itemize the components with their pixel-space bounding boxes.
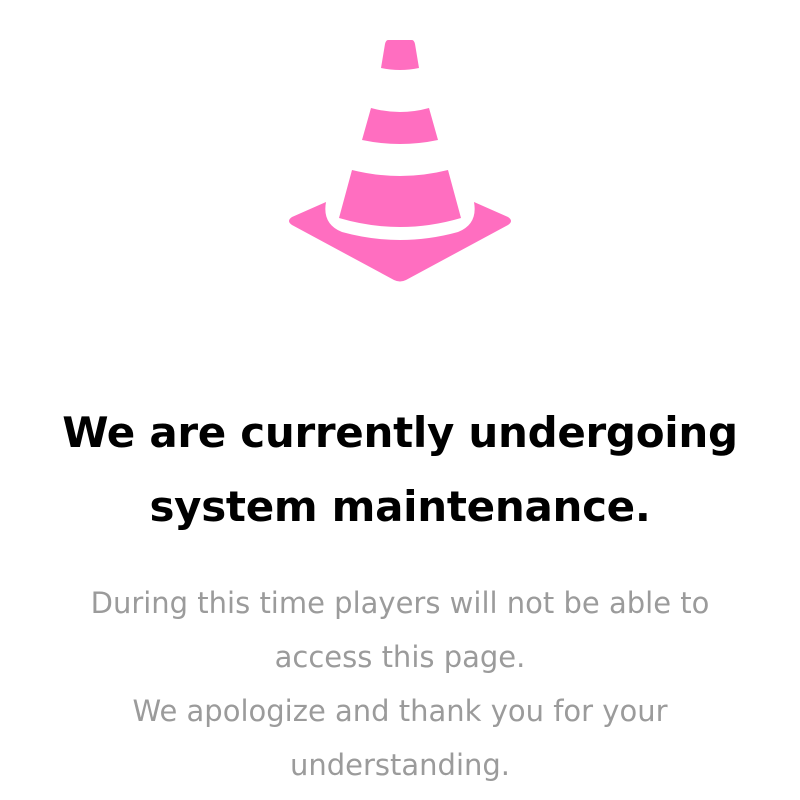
headline-line-1: We are currently undergoing [62,408,738,457]
traffic-cone-icon [280,36,520,288]
message-line-1: During this time players will not be abl… [90,586,710,620]
maintenance-headline: We are currently undergoing system maint… [0,396,800,544]
message-line-4: understanding. [289,748,511,782]
headline-line-2: system maintenance. [149,482,651,531]
message-line-2: access this page. [274,640,526,674]
maintenance-page: We are currently undergoing system maint… [0,0,800,800]
maintenance-message: During this time players will not be abl… [40,576,760,792]
message-line-3: We apologize and thank you for your [132,694,668,728]
